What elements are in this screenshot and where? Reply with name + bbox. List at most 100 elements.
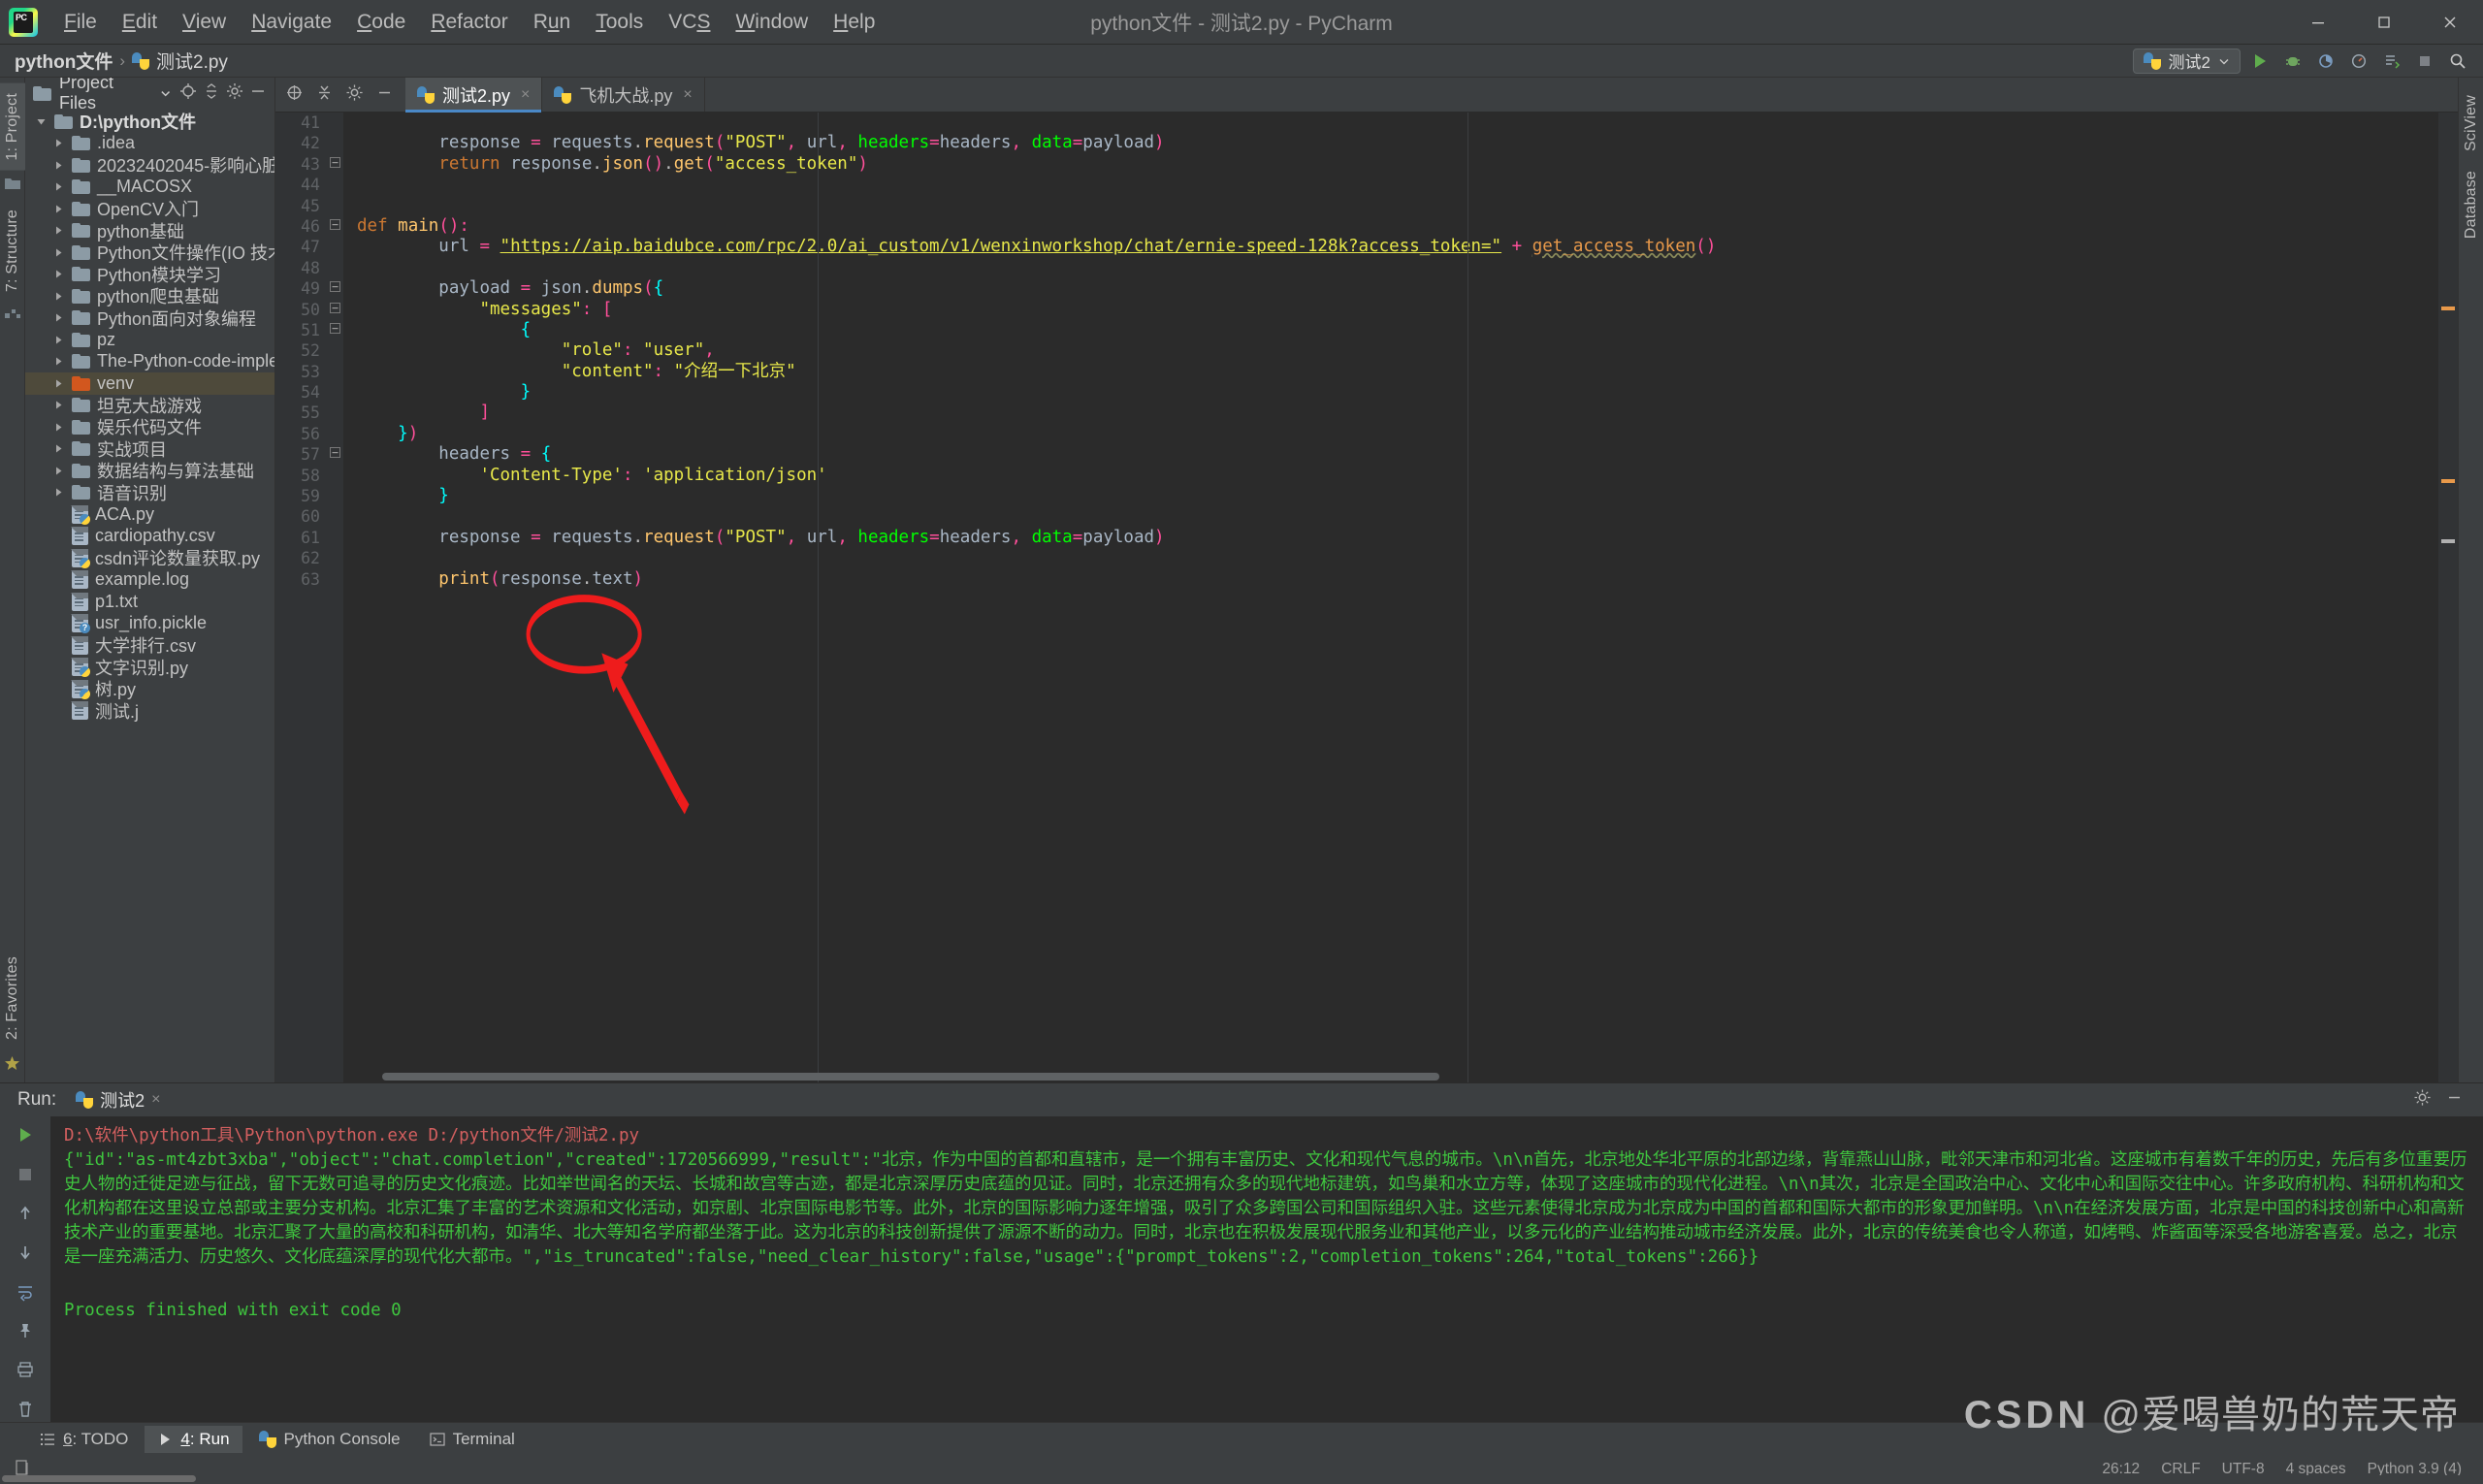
tree-row[interactable]: Python模块学习 [25,264,274,286]
code-line[interactable]: 43 return response.json().get("access_to… [275,154,2458,175]
tree-row[interactable]: csdn评论数量获取.py [25,547,274,569]
code-line[interactable]: 55 ] [275,403,2458,423]
tree-row[interactable]: Python文件操作(IO 技术) [25,242,274,264]
chevron-right-icon[interactable] [52,443,65,454]
coverage-button[interactable] [2312,48,2339,75]
code-line[interactable]: 60 [275,506,2458,527]
hide-editor-panel-icon[interactable] [375,83,394,107]
run-console[interactable]: D:\软件\python工具\Python\python.exe D:/pyth… [50,1116,2483,1422]
run-configuration-selector[interactable]: 测试2 [2132,48,2241,74]
code-line[interactable]: 41 [275,113,2458,133]
breadcrumb-file[interactable]: 测试2.py [127,48,233,74]
tree-row[interactable]: 实战项目 [25,438,274,461]
sidebar-item-database[interactable]: Database [2459,161,2483,248]
chevron-right-icon[interactable] [52,400,65,410]
menu-view[interactable]: View [170,6,239,38]
menu-refactor[interactable]: Refactor [418,6,520,38]
menu-window[interactable]: Window [723,6,821,38]
menu-vcs[interactable]: VCS [656,6,723,38]
tree-row[interactable]: 20232402045-影响心脏病诊断因素-源程序 [25,154,274,177]
project-tree[interactable]: D:\python文件.idea 20232402045-影响心脏病诊断因素-源程… [25,109,274,1082]
code-line[interactable]: 47 url = "https://aip.baidubce.com/rpc/2… [275,237,2458,257]
project-tree-hscrollbar[interactable] [0,1475,2483,1484]
collapse-editor-icon[interactable] [315,83,334,107]
tree-row[interactable]: The-Python-code-implements-aircraft-w [25,351,274,373]
close-tab-icon[interactable]: × [683,86,692,104]
rerun-icon[interactable] [10,1122,41,1147]
sidebar-item-project[interactable]: 1: Project [0,83,25,171]
code-line[interactable]: 63 print(response.text) [275,569,2458,590]
code-line[interactable]: 56 }) [275,424,2458,444]
chevron-right-icon[interactable] [52,204,65,214]
sidebar-item-sciview[interactable]: SciView [2459,85,2483,161]
tree-row[interactable]: ? usr_info.pickle [25,613,274,635]
tree-row[interactable]: pz [25,329,274,351]
code-editor[interactable]: 41 42 response = requests.request("POST",… [275,113,2458,1082]
tree-row[interactable]: ACA.py [25,503,274,526]
close-button[interactable] [2417,0,2483,45]
tree-row[interactable]: p1.txt [25,591,274,613]
maximize-button[interactable] [2351,0,2417,45]
chevron-right-icon[interactable] [52,312,65,323]
tree-row[interactable]: 大学排行.csv [25,634,274,657]
close-run-tab-icon[interactable]: × [151,1091,160,1109]
chevron-right-icon[interactable] [52,225,65,236]
chevron-right-icon[interactable] [52,335,65,345]
menu-navigate[interactable]: Navigate [239,6,344,38]
code-line[interactable]: 50 "messages": [ [275,300,2458,320]
code-line[interactable]: 44 [275,175,2458,195]
tab-飞机大战-py[interactable]: 飞机大战.py × [542,78,705,112]
breadcrumb-project[interactable]: python文件 [10,48,117,74]
settings-gear-icon[interactable] [226,82,243,105]
trash-icon[interactable] [10,1397,41,1422]
tree-row[interactable]: 文字识别.py [25,657,274,679]
chevron-right-icon[interactable] [52,422,65,433]
fold-marker-icon[interactable] [326,216,343,237]
editor-settings-gear-icon[interactable] [345,83,364,107]
tab-todo[interactable]: 6: TODO [27,1426,141,1453]
tree-row[interactable]: cardiopathy.csv [25,526,274,548]
code-line[interactable]: 54 } [275,382,2458,403]
expand-all-editor-icon[interactable] [285,83,304,107]
tree-row[interactable]: .idea [25,133,274,155]
fold-marker-icon[interactable] [326,300,343,320]
menu-tools[interactable]: Tools [583,6,656,38]
fold-marker-icon[interactable] [326,444,343,465]
hide-run-panel-icon[interactable] [2445,1088,2464,1112]
close-tab-icon[interactable]: × [521,86,530,104]
scroll-up-icon[interactable] [10,1201,41,1226]
sidebar-item-structure[interactable]: 7: Structure [0,200,25,302]
run-tab[interactable]: 测试2 × [66,1084,170,1120]
menu-code[interactable]: Code [344,6,418,38]
menu-help[interactable]: Help [821,6,887,38]
chevron-right-icon[interactable] [52,356,65,367]
code-lines[interactable]: 41 42 response = requests.request("POST",… [275,113,2458,1082]
scroll-down-icon[interactable] [10,1240,41,1265]
tree-row[interactable]: python基础 [25,220,274,242]
editor-marker-strip[interactable] [2438,113,2458,1082]
sidebar-item-favorites[interactable]: 2: Favorites [0,947,25,1049]
chevron-right-icon[interactable] [52,291,65,302]
tree-row[interactable]: python爬虫基础 [25,285,274,307]
chevron-right-icon[interactable] [52,487,65,498]
code-line[interactable]: 48 [275,258,2458,278]
tree-row[interactable]: __MACOSX [25,177,274,199]
hide-panel-icon[interactable] [249,82,267,105]
fold-marker-icon[interactable] [326,320,343,340]
print-icon[interactable] [10,1357,41,1382]
chevron-down-icon[interactable] [159,86,172,100]
tree-row[interactable]: D:\python文件 [25,111,274,133]
tree-row[interactable]: 测试.j [25,700,274,723]
project-panel-title[interactable]: Project Files [59,73,151,113]
search-icon[interactable] [2444,48,2471,75]
menu-run[interactable]: Run [521,6,584,38]
code-line[interactable]: 52 "role": "user", [275,340,2458,361]
run-button[interactable] [2246,48,2273,75]
code-line[interactable]: 42 response = requests.request("POST", u… [275,133,2458,153]
chevron-right-icon[interactable] [52,247,65,258]
tab-测试2-py[interactable]: 测试2.py × [405,78,543,113]
run-settings-gear-icon[interactable] [2413,1088,2432,1112]
chevron-right-icon[interactable] [52,160,65,171]
tree-row[interactable]: Python面向对象编程 [25,307,274,330]
code-line[interactable]: 58 'Content-Type': 'application/json' [275,466,2458,486]
